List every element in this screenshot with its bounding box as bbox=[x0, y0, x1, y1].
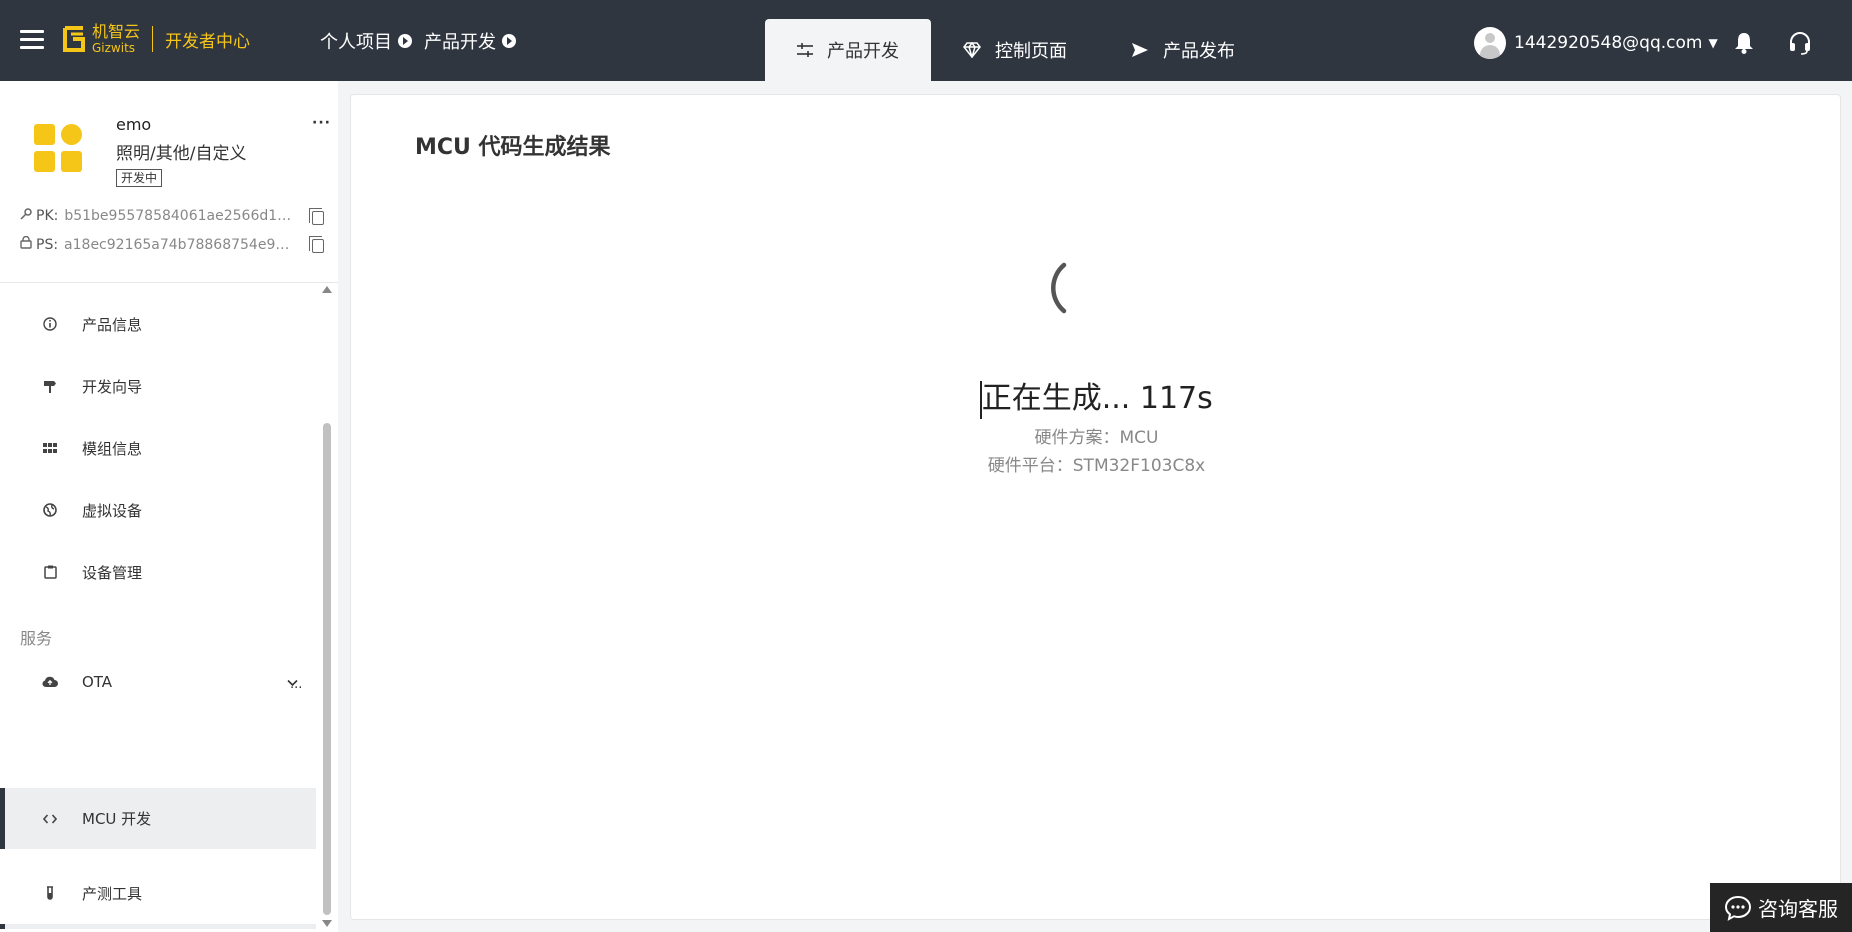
key-icon bbox=[20, 208, 32, 224]
logo-text-cn: 机智云 bbox=[92, 22, 141, 41]
sidebar-item-label: 产品信息 bbox=[82, 315, 143, 334]
sidebar-item-module-info[interactable]: 模组信息 bbox=[0, 417, 316, 479]
sidebar-item-dev-guide[interactable]: 开发向导 bbox=[0, 355, 316, 417]
copy-ps-icon[interactable] bbox=[309, 236, 324, 253]
send-icon bbox=[1131, 42, 1149, 58]
caret-down-icon: ▼ bbox=[1708, 36, 1718, 50]
sidebar-item-label: 产测工具 bbox=[82, 884, 143, 903]
test-tube-icon bbox=[42, 885, 58, 901]
headset-icon[interactable] bbox=[1788, 31, 1812, 59]
code-icon bbox=[42, 811, 58, 827]
sidebar-item-label: 虚拟设备 bbox=[82, 501, 143, 520]
developer-center-label: 开发者中心 bbox=[165, 31, 251, 52]
generation-status: 正在生成... 117s bbox=[351, 373, 1842, 419]
product-icon bbox=[34, 124, 82, 172]
sidebar-item-label: 设备管理 bbox=[82, 563, 143, 582]
logo-text-en: Gizwits bbox=[92, 41, 136, 55]
breadcrumb-product-dev[interactable]: 产品开发 bbox=[424, 28, 516, 54]
diamond-icon bbox=[963, 42, 981, 58]
logo[interactable]: 机智云 Gizwits 开发者中心 bbox=[62, 24, 250, 54]
menu-hamburger-icon[interactable] bbox=[20, 30, 44, 50]
chat-bubble-icon bbox=[1724, 895, 1752, 921]
breadcrumb-personal-projects[interactable]: 个人项目 bbox=[320, 28, 412, 54]
ps-value: a18ec92165a74b78868754e99dfc... bbox=[64, 236, 295, 253]
chevron-right-circle-icon bbox=[502, 34, 516, 48]
sidebar-item-label: 模组信息 bbox=[82, 439, 143, 458]
logo-divider bbox=[152, 26, 154, 52]
signpost-icon bbox=[42, 378, 58, 394]
tab-label: 产品发布 bbox=[1163, 41, 1235, 62]
pk-value: b51be95578584061ae2566d17a3... bbox=[64, 208, 295, 224]
sidebar-item-ota[interactable]: OTA ... bbox=[0, 651, 316, 713]
hardware-platform: 硬件平台：STM32F103C8x bbox=[987, 456, 1206, 476]
scroll-up-arrow[interactable] bbox=[322, 286, 332, 293]
sidebar-item-test-tool[interactable]: 产测工具 bbox=[0, 862, 316, 924]
more-options-button[interactable]: ··· bbox=[312, 115, 331, 131]
main-panel: MCU 代码生成结果 正在生成... 117s 硬件方案：MCU 硬件平台：ST… bbox=[350, 94, 1841, 920]
scrollbar-thumb[interactable] bbox=[323, 423, 331, 915]
sidebar-item-mcu-dev-active[interactable]: MCU 开发 bbox=[0, 788, 316, 849]
bell-icon[interactable] bbox=[1734, 32, 1754, 58]
consult-service-button[interactable]: 咨询客服 bbox=[1710, 883, 1852, 932]
grid-icon bbox=[42, 440, 58, 456]
section-title-service: 服务 bbox=[20, 629, 53, 648]
breadcrumb: 个人项目 产品开发 bbox=[320, 28, 528, 54]
pk-label: PK: bbox=[36, 208, 59, 224]
info-icon bbox=[42, 316, 58, 332]
status-badge: 开发中 bbox=[116, 169, 163, 187]
sidebar-item-label: MCU 开发 bbox=[82, 810, 152, 828]
page-title: MCU 代码生成结果 bbox=[415, 135, 611, 160]
globe-icon bbox=[42, 502, 58, 518]
gizwits-logo-icon bbox=[62, 24, 86, 54]
top-bar: 机智云 Gizwits 开发者中心 个人项目 产品开发 产品开发 控制页面 产品… bbox=[0, 0, 1852, 81]
user-email: 1442920548@qq.com bbox=[1514, 33, 1703, 53]
tab-product-dev[interactable]: 产品开发 bbox=[765, 19, 931, 81]
chevron-right-circle-icon bbox=[398, 34, 412, 48]
scroll-down-arrow[interactable] bbox=[322, 920, 332, 927]
product-key-row: PK: b51be95578584061ae2566d17a3... bbox=[20, 208, 294, 224]
breadcrumb-label: 个人项目 bbox=[320, 32, 392, 53]
sidebar-item-label: 开发向导 bbox=[82, 377, 143, 396]
lock-icon bbox=[20, 235, 32, 253]
product-name: emo bbox=[116, 115, 152, 134]
consult-label: 咨询客服 bbox=[1758, 897, 1838, 921]
hardware-scheme: 硬件方案：MCU bbox=[1034, 428, 1159, 448]
tab-product-release[interactable]: 产品发布 bbox=[1099, 19, 1267, 81]
breadcrumb-label: 产品开发 bbox=[424, 32, 496, 53]
product-card: emo 照明/其他/自定义 开发中 ··· PK: b51be955785840… bbox=[0, 81, 338, 283]
tab-label: 产品开发 bbox=[827, 41, 899, 62]
loading-spinner bbox=[1044, 253, 1114, 323]
ota-more: ... bbox=[290, 677, 303, 692]
sidebar-item-product-info[interactable]: 产品信息 bbox=[0, 293, 316, 355]
sidebar-item-virtual-device[interactable]: 虚拟设备 bbox=[0, 479, 316, 541]
tab-control-page[interactable]: 控制页面 bbox=[931, 19, 1099, 81]
user-menu[interactable]: 1442920548@qq.com ▼ bbox=[1474, 27, 1718, 59]
copy-pk-icon[interactable] bbox=[309, 208, 324, 225]
generation-status-text: 正在生成... 117s bbox=[981, 381, 1213, 416]
sidebar-item-label: OTA bbox=[82, 673, 113, 691]
main-nav-tabs: 产品开发 控制页面 产品发布 bbox=[765, 19, 1267, 81]
clipboard-icon bbox=[42, 564, 58, 580]
cloud-upload-icon bbox=[42, 674, 58, 690]
avatar bbox=[1474, 27, 1506, 59]
tab-label: 控制页面 bbox=[995, 41, 1067, 62]
sidebar-scrollbar[interactable] bbox=[320, 283, 334, 932]
product-category: 照明/其他/自定义 bbox=[116, 144, 247, 164]
sidebar-item-device-mgmt[interactable]: 设备管理 bbox=[0, 541, 316, 603]
product-secret-row: PS: a18ec92165a74b78868754e99dfc... bbox=[20, 235, 295, 253]
ps-label: PS: bbox=[36, 236, 59, 253]
sliders-icon bbox=[797, 43, 813, 57]
